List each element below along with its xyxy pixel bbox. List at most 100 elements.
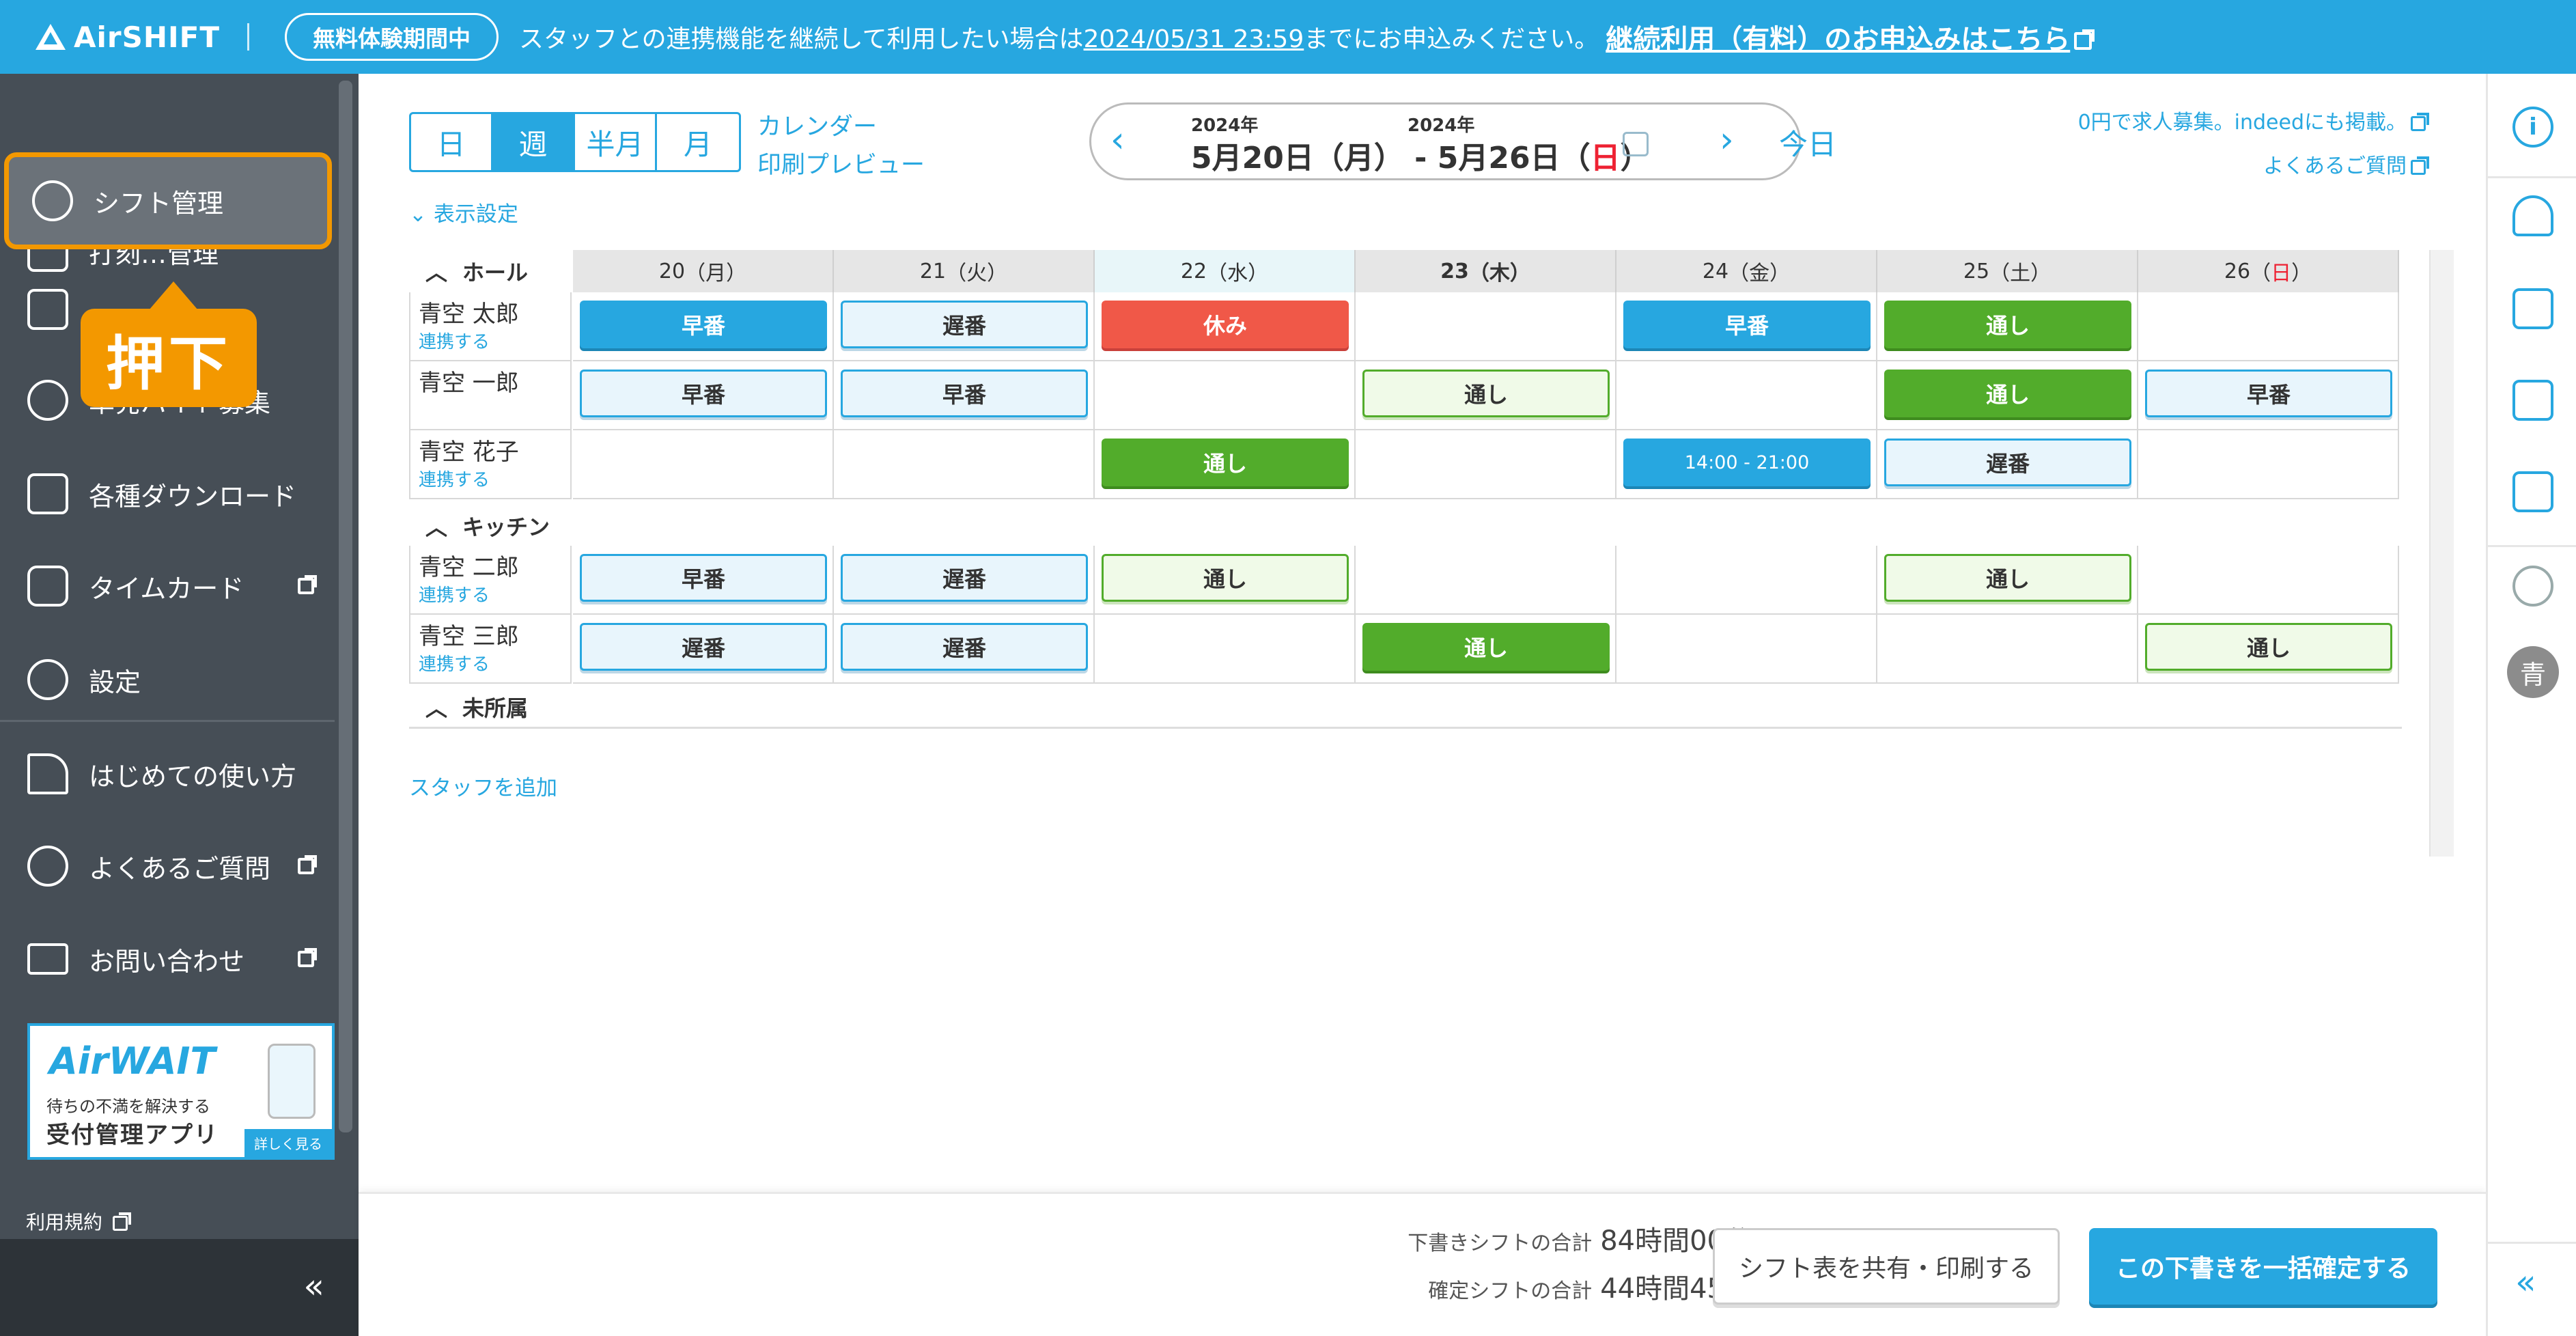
today-button[interactable]: 今日: [1779, 122, 1836, 163]
promo-more-link[interactable]: 詳しく見る: [244, 1129, 332, 1157]
link-staff-link[interactable]: 連携する: [419, 650, 490, 676]
shift-cell[interactable]: 早番: [573, 361, 834, 430]
link-staff-link[interactable]: 連携する: [419, 466, 490, 491]
shift-cell[interactable]: [2138, 546, 2399, 615]
shift-chip[interactable]: 遅番: [580, 623, 827, 671]
shift-cell[interactable]: 通し: [1877, 546, 2138, 615]
shift-chip[interactable]: 14:00 - 21:00: [1623, 439, 1871, 486]
continue-subscription-link[interactable]: 継続利用（有料）のお申込みはこちら: [1606, 17, 2095, 57]
shift-chip[interactable]: 通し: [1362, 370, 1610, 417]
day-header[interactable]: 25 （土）: [1877, 250, 2138, 292]
sidebar-item-settings[interactable]: 設定: [0, 639, 335, 721]
shift-chip[interactable]: 遅番: [841, 623, 1088, 671]
shift-chip[interactable]: 早番: [580, 301, 827, 348]
shift-cell[interactable]: 通し: [1095, 430, 1356, 499]
shift-cell[interactable]: [2138, 292, 2399, 361]
shift-chip[interactable]: 通し: [1362, 623, 1610, 671]
shift-cell[interactable]: [2138, 430, 2399, 499]
shift-cell[interactable]: [1616, 615, 1877, 684]
add-staff-icon[interactable]: [2512, 195, 2553, 236]
shift-cell[interactable]: [1356, 546, 1616, 615]
shift-chip[interactable]: 早番: [841, 370, 1088, 417]
shift-chip[interactable]: 早番: [2145, 370, 2392, 417]
confirm-all-button[interactable]: この下書きを一括確定する: [2089, 1228, 2437, 1305]
day-header[interactable]: 23 （木）: [1356, 250, 1616, 292]
next-week-button[interactable]: ›: [1720, 120, 1734, 161]
staff-name-cell[interactable]: 青空 三郎 連携する: [409, 615, 572, 684]
view-week-tab[interactable]: 週: [493, 114, 575, 170]
job-posting-link[interactable]: 0円で求人募集。indeedにも掲載。: [2078, 105, 2429, 135]
shift-cell[interactable]: 遅番: [834, 615, 1095, 684]
shift-cell[interactable]: 早番: [573, 292, 834, 361]
view-day-tab[interactable]: 日: [411, 114, 493, 170]
airwait-promo-banner[interactable]: AirWAIT 待ちの不満を解決する 受付管理アプリ 詳しく見る: [27, 1023, 335, 1160]
shift-deadline-icon[interactable]: [2512, 380, 2553, 421]
sidebar-item-timecard[interactable]: タイムカード: [0, 545, 335, 627]
shift-cell[interactable]: [1616, 546, 1877, 615]
day-header[interactable]: 26 （日）: [2138, 250, 2399, 292]
staff-name-cell[interactable]: 青空 太郎 連携する: [409, 292, 572, 361]
shift-chip[interactable]: 遅番: [841, 301, 1088, 348]
faq-top-link[interactable]: よくあるご質問: [2263, 149, 2429, 179]
shift-cell[interactable]: 通し: [1095, 546, 1356, 615]
sidebar-item-contact[interactable]: お問い合わせ: [0, 918, 335, 1000]
share-print-button[interactable]: シフト表を共有・印刷する: [1713, 1228, 2060, 1305]
calendar-icon[interactable]: [1623, 132, 1649, 156]
shift-cell[interactable]: [1356, 292, 1616, 361]
table-scrollbar[interactable]: [2429, 250, 2454, 857]
shift-cell[interactable]: [573, 430, 834, 499]
collapse-rail-icon[interactable]: «: [2515, 1262, 2536, 1302]
shift-cell[interactable]: [1095, 361, 1356, 430]
sidebar-scrollbar[interactable]: [339, 81, 352, 1132]
terms-link[interactable]: 利用規約: [26, 1208, 131, 1235]
shift-chip[interactable]: 通し: [2145, 623, 2392, 671]
prev-week-button[interactable]: ‹: [1110, 120, 1125, 161]
sidebar-item-faq[interactable]: よくあるご質問: [0, 825, 335, 907]
shift-cell[interactable]: 通し: [2138, 615, 2399, 684]
attendance-check-icon[interactable]: [2512, 471, 2553, 512]
shift-cell[interactable]: 14:00 - 21:00: [1616, 430, 1877, 499]
shift-cell[interactable]: [1616, 361, 1877, 430]
shift-cell[interactable]: [1095, 615, 1356, 684]
shift-chip[interactable]: 早番: [580, 554, 827, 602]
day-header[interactable]: 20 （月）: [573, 250, 834, 292]
shift-chip[interactable]: 早番: [580, 370, 827, 417]
shift-cell[interactable]: 遅番: [573, 615, 834, 684]
shift-cell[interactable]: 通し: [1877, 361, 2138, 430]
shift-chip[interactable]: 遅番: [1884, 439, 2131, 486]
view-halfmonth-tab[interactable]: 半月: [575, 114, 657, 170]
shift-chip[interactable]: 通し: [1884, 301, 2131, 348]
shift-cell[interactable]: 早番: [573, 546, 834, 615]
shift-cell[interactable]: 休み: [1095, 292, 1356, 361]
shift-cell[interactable]: 早番: [1616, 292, 1877, 361]
app-logo[interactable]: AirSHIFT: [36, 20, 220, 54]
shift-chip[interactable]: 早番: [1623, 301, 1871, 348]
collapse-sidebar-icon[interactable]: «: [303, 1266, 324, 1306]
shift-cell[interactable]: 早番: [834, 361, 1095, 430]
group-header-kitchen[interactable]: ︿ キッチン: [409, 505, 682, 547]
link-staff-link[interactable]: 連携する: [419, 328, 490, 353]
shift-chip[interactable]: 通し: [1884, 370, 2131, 417]
shift-chip[interactable]: 通し: [1884, 554, 2131, 602]
staff-name-cell[interactable]: 青空 一郎: [409, 361, 572, 430]
shift-cell[interactable]: 通し: [1356, 615, 1616, 684]
shift-cell[interactable]: [1356, 430, 1616, 499]
staff-name-cell[interactable]: 青空 花子 連携する: [409, 430, 572, 499]
sidebar-item-shift-management[interactable]: シフト管理: [4, 152, 332, 249]
info-icon[interactable]: i: [2512, 107, 2553, 148]
shift-cell[interactable]: 遅番: [834, 292, 1095, 361]
shift-cell[interactable]: [1877, 615, 2138, 684]
shift-cell[interactable]: 遅番: [1877, 430, 2138, 499]
group-header-hall[interactable]: ︿ ホール: [409, 250, 572, 292]
day-header[interactable]: 24 （金）: [1616, 250, 1877, 292]
shift-chip[interactable]: 遅番: [841, 554, 1088, 602]
shift-cell[interactable]: [834, 430, 1095, 499]
sidebar-item-getting-started[interactable]: はじめての使い方: [0, 733, 335, 815]
shift-cell[interactable]: 早番: [2138, 361, 2399, 430]
sidebar-item-download[interactable]: 各種ダウンロード: [0, 453, 335, 535]
shift-cell[interactable]: 通し: [1877, 292, 2138, 361]
calendar-link[interactable]: カレンダー: [757, 108, 925, 146]
link-staff-link[interactable]: 連携する: [419, 581, 490, 607]
shift-request-icon[interactable]: [2512, 288, 2553, 329]
staff-name-cell[interactable]: 青空 二郎 連携する: [409, 546, 572, 615]
